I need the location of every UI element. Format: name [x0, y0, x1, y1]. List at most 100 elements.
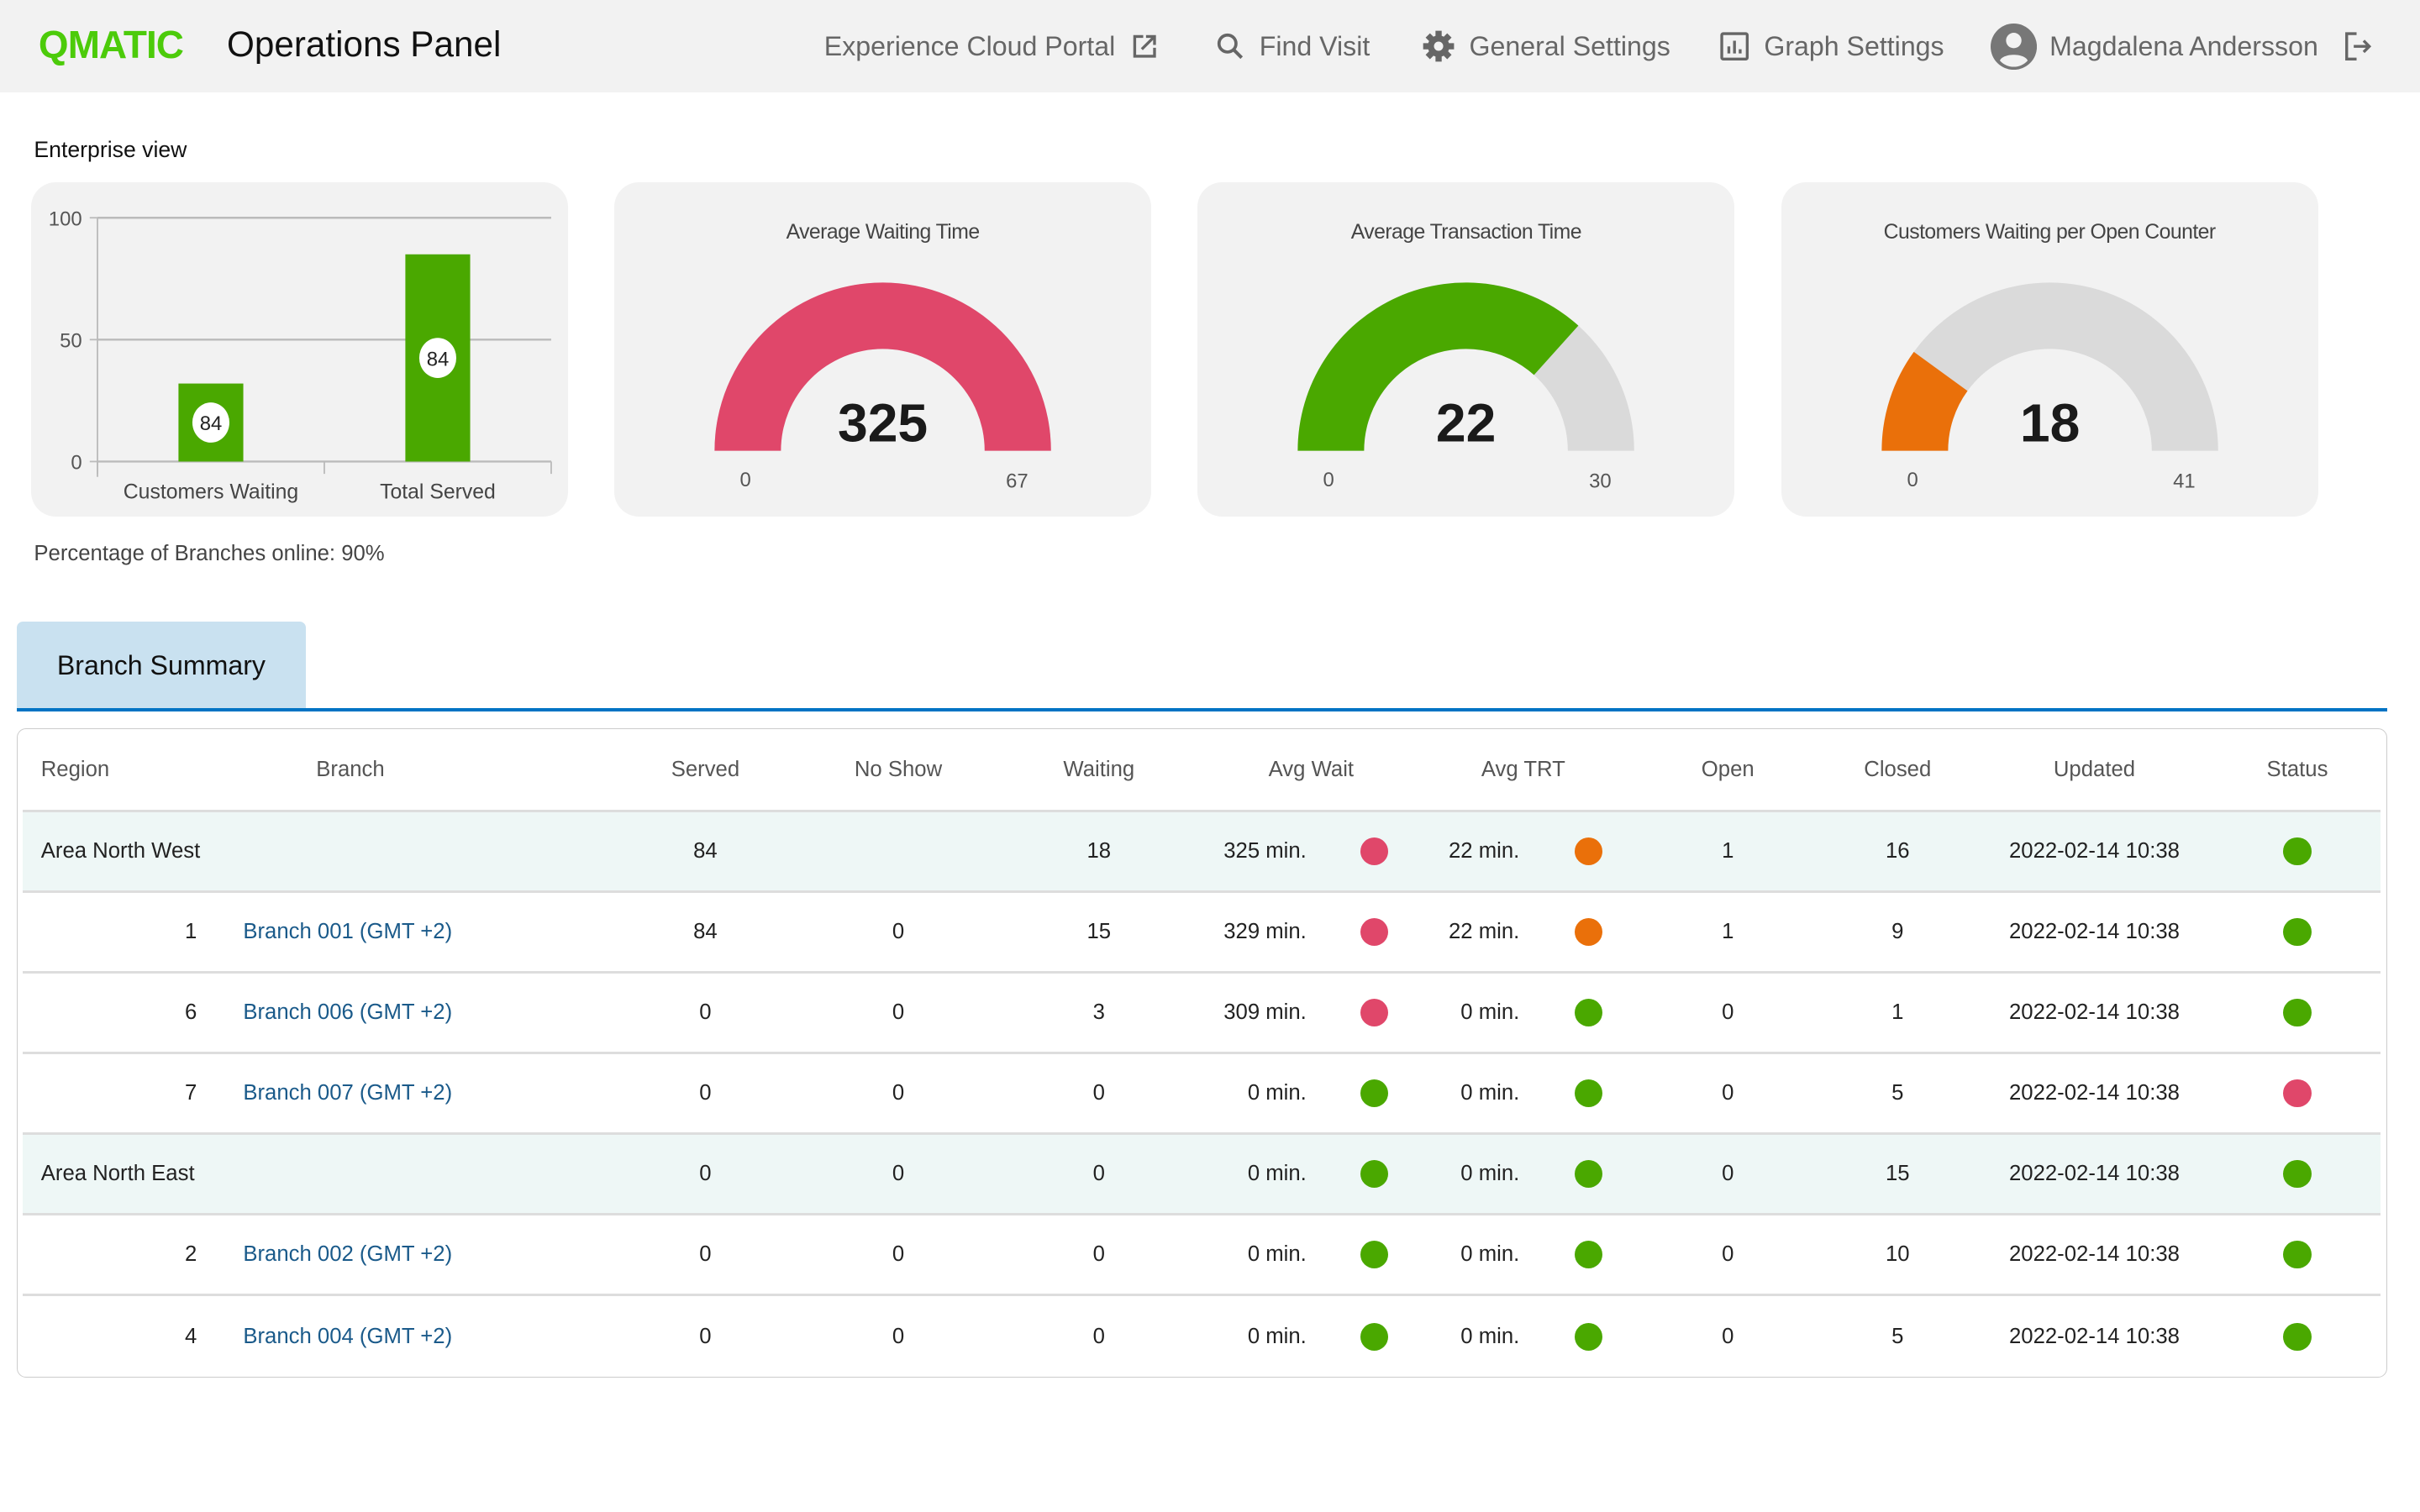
col-waiting[interactable]: Waiting: [987, 729, 1211, 810]
updated-value: 2022-02-14 10:38: [2008, 1081, 2180, 1105]
branch-row: 6 Branch 006 (GMT +2) 0 0 3 309 min. 0 min. 0 1 2…: [22, 974, 2381, 1054]
user-avatar-icon: [1991, 23, 2038, 70]
updated-value: 2022-02-14 10:38: [2008, 919, 2180, 943]
search-icon: [1217, 33, 1243, 59]
open-value: 0: [1722, 1242, 1734, 1267]
region-row: Area North East 0 0 0 0 min. 0 min. 0 15 2022-02…: [22, 1135, 2381, 1215]
served-value: 84: [693, 919, 718, 943]
avg-trt-status-cell: [1575, 812, 1603, 890]
app-title: Operations Panel: [226, 24, 502, 65]
branch-link[interactable]: Branch 007 (GMT +2): [215, 1054, 601, 1132]
tab-branch-summary[interactable]: Branch Summary: [17, 622, 306, 710]
branch-status-cell: [2214, 812, 2381, 890]
avg-trt-status-dot: [1575, 1322, 1603, 1351]
operations-panel: QMATIC Operations Panel Experience Cloud…: [0, 0, 2420, 1512]
avg-trt-status-cell: [1575, 1215, 1603, 1294]
avg-wait-status-dot: [1360, 1241, 1389, 1269]
col-served[interactable]: Served: [601, 729, 809, 810]
avg-wait-value: 325 min.: [1223, 838, 1307, 863]
branch-link: [215, 1135, 601, 1213]
col-no-show[interactable]: No Show: [809, 729, 986, 810]
logout-button[interactable]: [2341, 0, 2375, 92]
avg-trt-value: 0 min.: [1460, 1081, 1520, 1105]
branch-row: 7 Branch 007 (GMT +2) 0 0 0 0 min. 0 min. 0 5 202…: [22, 1054, 2381, 1135]
no-show-value: 0: [892, 1162, 905, 1186]
region-name: Area North West: [40, 838, 201, 863]
region-row: Area North West 84 18 325 min. 22 min. 1 16 202…: [22, 812, 2381, 893]
col-status[interactable]: Status: [2214, 729, 2381, 810]
branch-status-dot: [2283, 837, 2312, 865]
avg-trt-status-dot: [1575, 1241, 1603, 1269]
qmatic-logo: QMATIC: [38, 22, 184, 66]
avg-wait-value: 0 min.: [1247, 1324, 1307, 1348]
waiting-value: 0: [1092, 1324, 1105, 1348]
nav-label: General Settings: [1469, 30, 1670, 61]
branch-status-cell: [2214, 1296, 2381, 1377]
avg-trt-value: 22 min.: [1448, 919, 1520, 943]
closed-value: 16: [1885, 838, 1910, 863]
gauge-title: Average Transaction Time: [1350, 220, 1582, 244]
gauge-title: Customers Waiting per Open Counter: [1883, 220, 2216, 244]
gauge-min-label: 0: [1907, 469, 1918, 491]
average-waiting-time-card: Average Waiting Time 325 0 67: [614, 181, 1152, 517]
closed-value: 15: [1885, 1162, 1910, 1186]
graph-settings-button[interactable]: Graph Settings: [1718, 0, 1944, 92]
open-value: 0: [1722, 1000, 1734, 1024]
closed-value: 10: [1885, 1242, 1910, 1267]
branch-link[interactable]: Branch 002 (GMT +2): [215, 1215, 601, 1294]
branch-status-dot: [2283, 998, 2312, 1026]
served-value: 0: [699, 1162, 712, 1186]
experience-cloud-portal-link[interactable]: Experience Cloud Portal: [824, 0, 1162, 92]
bar-chart-card: 0 50 100 84 Customers Waiting 84 Total Served: [30, 181, 568, 517]
gauge-max-label: 30: [1589, 470, 1612, 492]
avg-wait-status-dot: [1360, 1160, 1389, 1189]
avg-wait-status-dot: [1360, 1079, 1389, 1108]
updated-value: 2022-02-14 10:38: [2008, 1324, 2180, 1348]
bar-chart: 0 50 100 84 Customers Waiting 84 Total Served: [49, 207, 552, 503]
col-branch[interactable]: Branch: [215, 729, 485, 810]
branch-link[interactable]: Branch 006 (GMT +2): [215, 974, 601, 1052]
avg-wait-value: 0 min.: [1247, 1242, 1307, 1267]
no-show-value: 0: [892, 1242, 905, 1267]
col-updated[interactable]: Updated: [1975, 729, 2214, 810]
open-value: 0: [1722, 1324, 1734, 1348]
avg-trt-status-cell: [1575, 1296, 1603, 1377]
avg-wait-value: 0 min.: [1247, 1162, 1307, 1186]
avg-wait-status-cell: [1360, 893, 1389, 971]
waiting-value: 15: [1086, 919, 1112, 943]
waiting-value: 18: [1086, 838, 1112, 863]
open-value: 1: [1722, 919, 1734, 943]
gauge-min-label: 0: [739, 469, 750, 491]
branch-link[interactable]: Branch 004 (GMT +2): [215, 1296, 601, 1377]
col-region[interactable]: Region: [23, 729, 216, 810]
avg-wait-status-cell: [1360, 1215, 1389, 1294]
served-value: 0: [699, 1000, 712, 1024]
served-value: 84: [693, 838, 718, 863]
avg-trt-status-cell: [1575, 1054, 1603, 1132]
col-avg-wait[interactable]: Avg Wait: [1211, 729, 1412, 810]
user-menu[interactable]: Magdalena Andersson: [1991, 0, 2318, 92]
find-visit-button[interactable]: Find Visit: [1213, 0, 1370, 92]
avg-trt-status-dot: [1575, 1079, 1603, 1108]
no-show-value: 0: [892, 919, 905, 943]
general-settings-button[interactable]: General Settings: [1420, 0, 1670, 92]
gauge-min-label: 0: [1323, 469, 1334, 491]
branch-row: 4 Branch 004 (GMT +2) 0 0 0 0 min. 0 min. 0 5 202…: [23, 1296, 2381, 1377]
external-link-icon: [1133, 34, 1156, 58]
branch-status-dot: [2283, 1241, 2312, 1269]
col-closed[interactable]: Closed: [1820, 729, 1975, 810]
customers-per-counter-card: Customers Waiting per Open Counter 18 0 41: [1781, 181, 2318, 517]
branch-link[interactable]: Branch 001 (GMT +2): [215, 893, 601, 971]
logout-icon: [2345, 32, 2372, 60]
avg-wait-status-cell: [1360, 974, 1389, 1052]
gauge-max-label: 41: [2173, 470, 2196, 492]
col-open[interactable]: Open: [1635, 729, 1820, 810]
avg-wait-value: 329 min.: [1223, 919, 1307, 943]
avg-trt-value: 0 min.: [1460, 1242, 1520, 1267]
branches-online-text: Percentage of Branches online: 90%: [34, 541, 385, 565]
col-avg-trt[interactable]: Avg TRT: [1412, 729, 1635, 810]
gear-icon: [1423, 30, 1455, 62]
closed-value: 1: [1891, 1000, 1904, 1024]
branch-status-dot: [2283, 1322, 2312, 1351]
gauge-value: 18: [2019, 392, 2079, 453]
